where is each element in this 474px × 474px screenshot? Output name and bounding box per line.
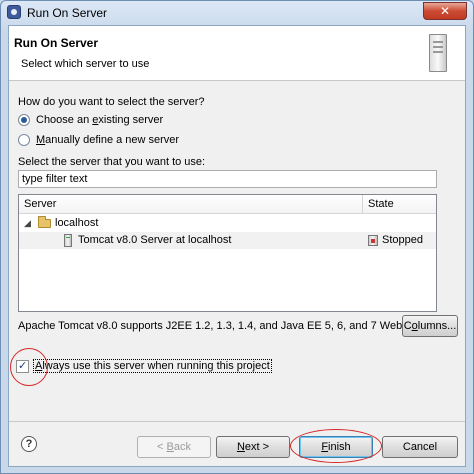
filter-input[interactable] xyxy=(18,170,437,188)
tomcat-server-icon xyxy=(64,234,72,247)
annotation-circle-finish xyxy=(290,429,382,463)
expand-arrow-icon[interactable]: ◢ xyxy=(24,218,31,229)
back-button[interactable]: < Back xyxy=(137,436,211,458)
title-bar[interactable]: Run On Server ✕ xyxy=(1,1,473,25)
server-table[interactable]: Server State ◢ localhost Tomcat v8.0 Ser… xyxy=(18,194,437,312)
columns-button[interactable]: Columns... xyxy=(402,315,458,337)
next-button[interactable]: Next > xyxy=(216,436,290,458)
dialog-body: Run On Server Select which server to use… xyxy=(8,25,466,467)
server-state: Stopped xyxy=(382,234,423,246)
server-description: Apache Tomcat v8.0 supports J2EE 1.2, 1.… xyxy=(18,320,450,332)
radio-choose-existing[interactable] xyxy=(18,114,30,126)
always-use-server-option[interactable]: Always use this server when running this… xyxy=(16,359,272,373)
choose-existing-option[interactable]: Choose an existing server xyxy=(18,114,163,126)
tree-row-localhost[interactable]: ◢ localhost xyxy=(19,215,436,232)
footer-divider xyxy=(9,421,465,422)
table-header: Server State xyxy=(19,195,436,214)
manual-define-label: Manually define a new server xyxy=(36,134,180,146)
wizard-header: Run On Server Select which server to use xyxy=(9,26,465,81)
server-icon xyxy=(429,34,447,72)
selection-question: How do you want to select the server? xyxy=(18,96,205,108)
eclipse-app-icon xyxy=(7,5,21,19)
choose-existing-label: Choose an existing server xyxy=(36,114,164,126)
radio-manual-define[interactable] xyxy=(18,134,30,146)
folder-icon xyxy=(38,216,51,228)
tree-node-label: localhost xyxy=(55,217,99,229)
run-on-server-dialog: Run On Server ✕ Run On Server Select whi… xyxy=(0,0,474,474)
column-header-server[interactable]: Server xyxy=(24,198,56,210)
header-subtitle: Select which server to use xyxy=(21,58,150,70)
close-button[interactable]: ✕ xyxy=(423,2,467,20)
tree-row-tomcat-server[interactable]: Tomcat v8.0 Server at localhost Stopped xyxy=(19,232,436,249)
always-use-label: Always use this server when running this… xyxy=(33,359,272,373)
column-header-state[interactable]: State xyxy=(368,198,394,210)
window-title: Run On Server xyxy=(27,6,108,20)
select-server-label: Select the server that you want to use: xyxy=(18,156,206,168)
server-stopped-icon xyxy=(368,235,378,246)
column-divider[interactable] xyxy=(362,195,363,214)
cancel-button[interactable]: Cancel xyxy=(382,436,458,458)
header-title: Run On Server xyxy=(14,36,99,50)
annotation-circle-checkbox xyxy=(10,348,48,386)
help-icon[interactable]: ? xyxy=(21,436,37,452)
tree-node-label: Tomcat v8.0 Server at localhost xyxy=(78,234,232,246)
manual-define-option[interactable]: Manually define a new server xyxy=(18,134,179,146)
